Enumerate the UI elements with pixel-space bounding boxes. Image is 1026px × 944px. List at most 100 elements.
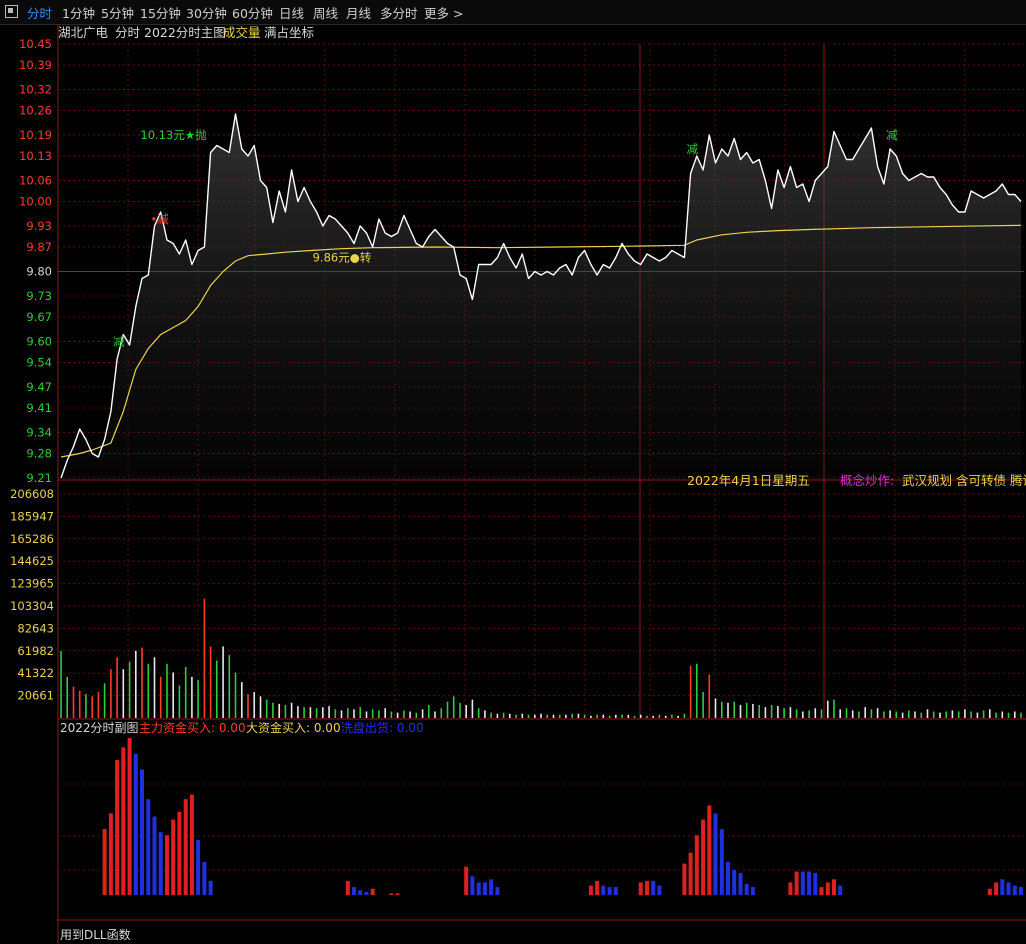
- sub-bar: [701, 819, 706, 895]
- signal-marker-label: 10.13元★抛: [140, 128, 207, 142]
- date-label: 2022年4月1日星期五: [687, 473, 810, 488]
- signal-marker-label: 减: [113, 335, 125, 349]
- price-tick-label: 10.26: [19, 104, 52, 118]
- sub-bar: [482, 882, 487, 895]
- sub-bar: [165, 835, 169, 895]
- sub-bar: [177, 811, 182, 895]
- sub-bar: [707, 805, 712, 895]
- signal-marker-label: 减: [687, 142, 699, 156]
- sub-bar: [825, 882, 830, 895]
- signal-marker-label: 9.86元●转: [313, 251, 372, 265]
- tab-intraday[interactable]: 分时: [27, 3, 52, 22]
- signal-marker-label: •减: [151, 212, 170, 226]
- stock-name: 湖北广电: [58, 25, 109, 40]
- sub-bar: [788, 882, 793, 895]
- sub-bar: [133, 753, 138, 895]
- sub-bar: [832, 879, 836, 895]
- tab-60min[interactable]: 60分钟: [232, 3, 273, 22]
- sub-bar: [694, 835, 699, 895]
- sub-bar: [476, 882, 481, 895]
- sub-bar: [838, 885, 843, 895]
- price-tick-label: 10.13: [19, 149, 52, 163]
- signal-marker-label: 减: [886, 128, 898, 142]
- window-toggle-icon[interactable]: [5, 5, 18, 18]
- tab-weekly[interactable]: 周线: [313, 3, 338, 22]
- sub-bar: [607, 887, 612, 895]
- volume-tick-label: 20661: [17, 689, 54, 703]
- volume-tick-label: 165286: [10, 532, 54, 546]
- sub-bar: [651, 880, 656, 895]
- sub-bar: [152, 816, 157, 895]
- sub-bar: [208, 880, 213, 895]
- sub-bar: [115, 760, 120, 895]
- tab-monthly[interactable]: 月线: [346, 3, 371, 22]
- sub-bar: [345, 880, 350, 895]
- tab-1min[interactable]: 1分钟: [62, 3, 95, 22]
- price-tick-label: 10.45: [19, 37, 52, 51]
- main-buy-label: 主力资金买入: 0.00: [139, 720, 246, 735]
- volume-label: 成交量: [223, 25, 261, 40]
- sub-bar: [994, 882, 999, 895]
- sub-bar: [1019, 887, 1023, 895]
- tab-5min[interactable]: 5分钟: [101, 3, 134, 22]
- sub-panel-title[interactable]: 2022分时副图: [60, 721, 139, 735]
- sub-bar: [140, 769, 144, 895]
- mode-label: 分时: [115, 25, 141, 40]
- price-tick-label: 10.39: [19, 58, 52, 72]
- sub-bar: [495, 887, 500, 895]
- main-indicator-label[interactable]: 2022分时主图: [144, 25, 226, 40]
- intraday-chart[interactable]: 10.45 10.39 10.32 10.26 10.19 10.13 10.06 10.00…: [0, 24, 1026, 944]
- volume-tick-label: 41322: [17, 666, 54, 680]
- coord-label[interactable]: 满占坐标: [264, 25, 314, 40]
- sub-bar: [719, 829, 724, 895]
- volume-tick-label: 103304: [10, 599, 54, 613]
- sub-bar: [146, 799, 151, 895]
- sub-bar: [464, 866, 469, 895]
- sub-bar: [196, 840, 201, 895]
- tab-daily[interactable]: 日线: [279, 3, 304, 22]
- concept-label: 概念炒作:: [840, 473, 894, 488]
- sub-bar: [682, 863, 687, 895]
- tab-30min[interactable]: 30分钟: [186, 3, 227, 22]
- sub-bar: [657, 885, 662, 895]
- sub-bar: [189, 794, 194, 895]
- volume-bars: [60, 598, 1022, 718]
- sub-bar: [794, 871, 799, 896]
- sub-bar: [1000, 879, 1005, 895]
- price-tick-label: 10.32: [19, 83, 52, 97]
- footer-note: 用到DLL函数: [60, 927, 131, 942]
- price-tick-label: 9.80: [26, 265, 52, 279]
- sub-bar: [688, 852, 693, 895]
- sub-indicator-bars: [102, 738, 1023, 896]
- sub-bar: [352, 887, 356, 895]
- price-tick-label: 9.93: [26, 219, 52, 233]
- sub-bar: [108, 813, 113, 895]
- sub-bar: [713, 813, 718, 895]
- sub-bar: [1006, 882, 1011, 895]
- sub-bar: [638, 882, 643, 895]
- sub-bar: [1012, 885, 1017, 895]
- sub-bar: [819, 887, 824, 895]
- sub-bar: [807, 871, 812, 896]
- sub-bar: [102, 829, 107, 895]
- sub-bar: [813, 873, 818, 895]
- tab-multi-intraday[interactable]: 多分时: [380, 3, 418, 22]
- price-tick-label: 9.73: [26, 289, 52, 303]
- sub-bar: [183, 799, 188, 895]
- period-toolbar: 分时 1分钟 5分钟 15分钟 30分钟 60分钟 日线 周线 月线 多分时 更…: [0, 0, 1026, 25]
- sub-bar: [601, 885, 606, 895]
- sub-bar: [158, 832, 163, 895]
- sub-bar: [121, 747, 126, 895]
- sub-bar: [645, 880, 649, 895]
- sub-bar: [202, 862, 207, 895]
- tab-more[interactable]: 更多 >: [424, 3, 463, 22]
- volume-tick-label: 123965: [10, 577, 54, 591]
- sub-bar: [358, 890, 363, 895]
- sub-bar: [389, 893, 394, 895]
- price-tick-label: 10.00: [19, 195, 52, 209]
- sub-bar: [364, 891, 369, 895]
- sub-bar: [370, 888, 375, 895]
- sub-bar: [395, 893, 400, 895]
- price-tick-label: 9.87: [26, 240, 52, 254]
- tab-15min[interactable]: 15分钟: [140, 3, 181, 22]
